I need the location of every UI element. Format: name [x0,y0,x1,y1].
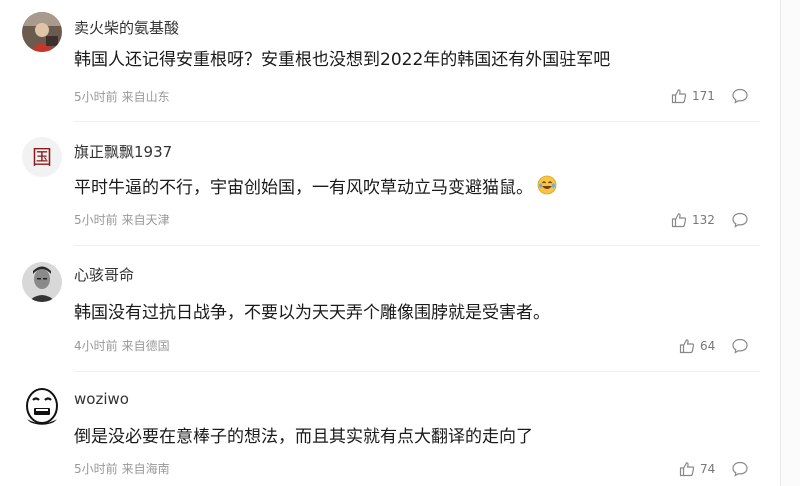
username[interactable]: 卖火柴的氨基酸 [74,18,179,38]
photo-avatar-icon [22,12,62,52]
reply-button[interactable] [731,211,749,229]
comment-time: 5小时前 [74,213,118,227]
comment-time: 5小时前 [74,462,118,476]
like-button[interactable]: 64 [679,337,715,355]
comment-meta: 5小时前 来自海南 [74,461,170,477]
reply-button[interactable] [731,460,749,478]
like-button[interactable]: 171 [671,87,715,105]
thumbs-up-icon [671,89,687,104]
username[interactable]: 心骇哥命 [74,265,134,285]
user-avatar[interactable]: 国 [22,137,62,177]
comment-text: 韩国没有过抗日战争，不要以为天天弄个雕像围脖就是受害者。 [74,303,550,323]
flag-avatar-icon: 国 [22,137,62,177]
comment-text-body: 平时牛逼的不行，宇宙创始国，一有风吹草动立马变避猫鼠。 [74,178,533,198]
comment-bubble-icon [732,338,748,354]
comment-location: 来自德国 [121,339,170,353]
comment-time: 4小时前 [74,339,118,353]
thumbs-up-icon [679,462,695,477]
comment-item: woziwo 倒是没必要在意棒子的想法，而且其实就有点大翻译的走向了 5小时前来… [0,372,780,486]
like-button[interactable]: 132 [671,211,715,229]
like-count: 132 [692,213,715,227]
comment-location: 来自天津 [121,213,170,227]
comment-meta: 4小时前 来自德国 [74,338,170,354]
user-avatar[interactable] [22,262,62,302]
laughing-tears-emoji-icon [537,175,557,195]
thumbs-up-icon [679,339,695,354]
like-count: 171 [692,89,715,103]
meme-face-avatar-icon [22,386,62,426]
comment-item: 国 旗正飘飘1937 平时牛逼的不行，宇宙创始国，一有风吹草动立马变避猫鼠。 5… [0,122,780,246]
thumbs-up-icon [671,213,687,228]
comment-location: 来自海南 [121,462,170,476]
scrollbar-track[interactable] [781,0,800,486]
reply-button[interactable] [731,337,749,355]
user-avatar[interactable] [22,12,62,52]
like-count: 74 [700,462,716,476]
comment-text: 倒是没必要在意棒子的想法，而且其实就有点大翻译的走向了 [74,427,533,447]
user-avatar[interactable] [22,386,62,426]
comment-time: 5小时前 [74,90,118,104]
username[interactable]: woziwo [74,389,129,409]
comment-meta: 5小时前 来自天津 [74,212,170,228]
comment-bubble-icon [732,212,748,228]
comment-item: 卖火柴的氨基酸 韩国人还记得安重根呀？安重根也没想到2022年的韩国还有外国驻军… [0,0,780,122]
comment-text: 韩国人还记得安重根呀？安重根也没想到2022年的韩国还有外国驻军吧 [74,50,611,70]
like-count: 64 [700,339,716,353]
like-button[interactable]: 74 [679,460,715,478]
avatar-glyph: 国 [32,145,52,169]
comment-location: 来自山东 [121,90,170,104]
comment-text: 平时牛逼的不行，宇宙创始国，一有风吹草动立马变避猫鼠。 [74,175,557,201]
comment-item: 心骇哥命 韩国没有过抗日战争，不要以为天天弄个雕像围脖就是受害者。 4小时前 来自… [0,246,780,372]
comment-bubble-icon [732,461,748,477]
username[interactable]: 旗正飘飘1937 [74,142,172,162]
reply-button[interactable] [731,87,749,105]
portrait-avatar-icon [22,262,62,302]
comment-bubble-icon [732,88,748,104]
comment-meta: 5小时前 来自山东 [74,89,170,105]
